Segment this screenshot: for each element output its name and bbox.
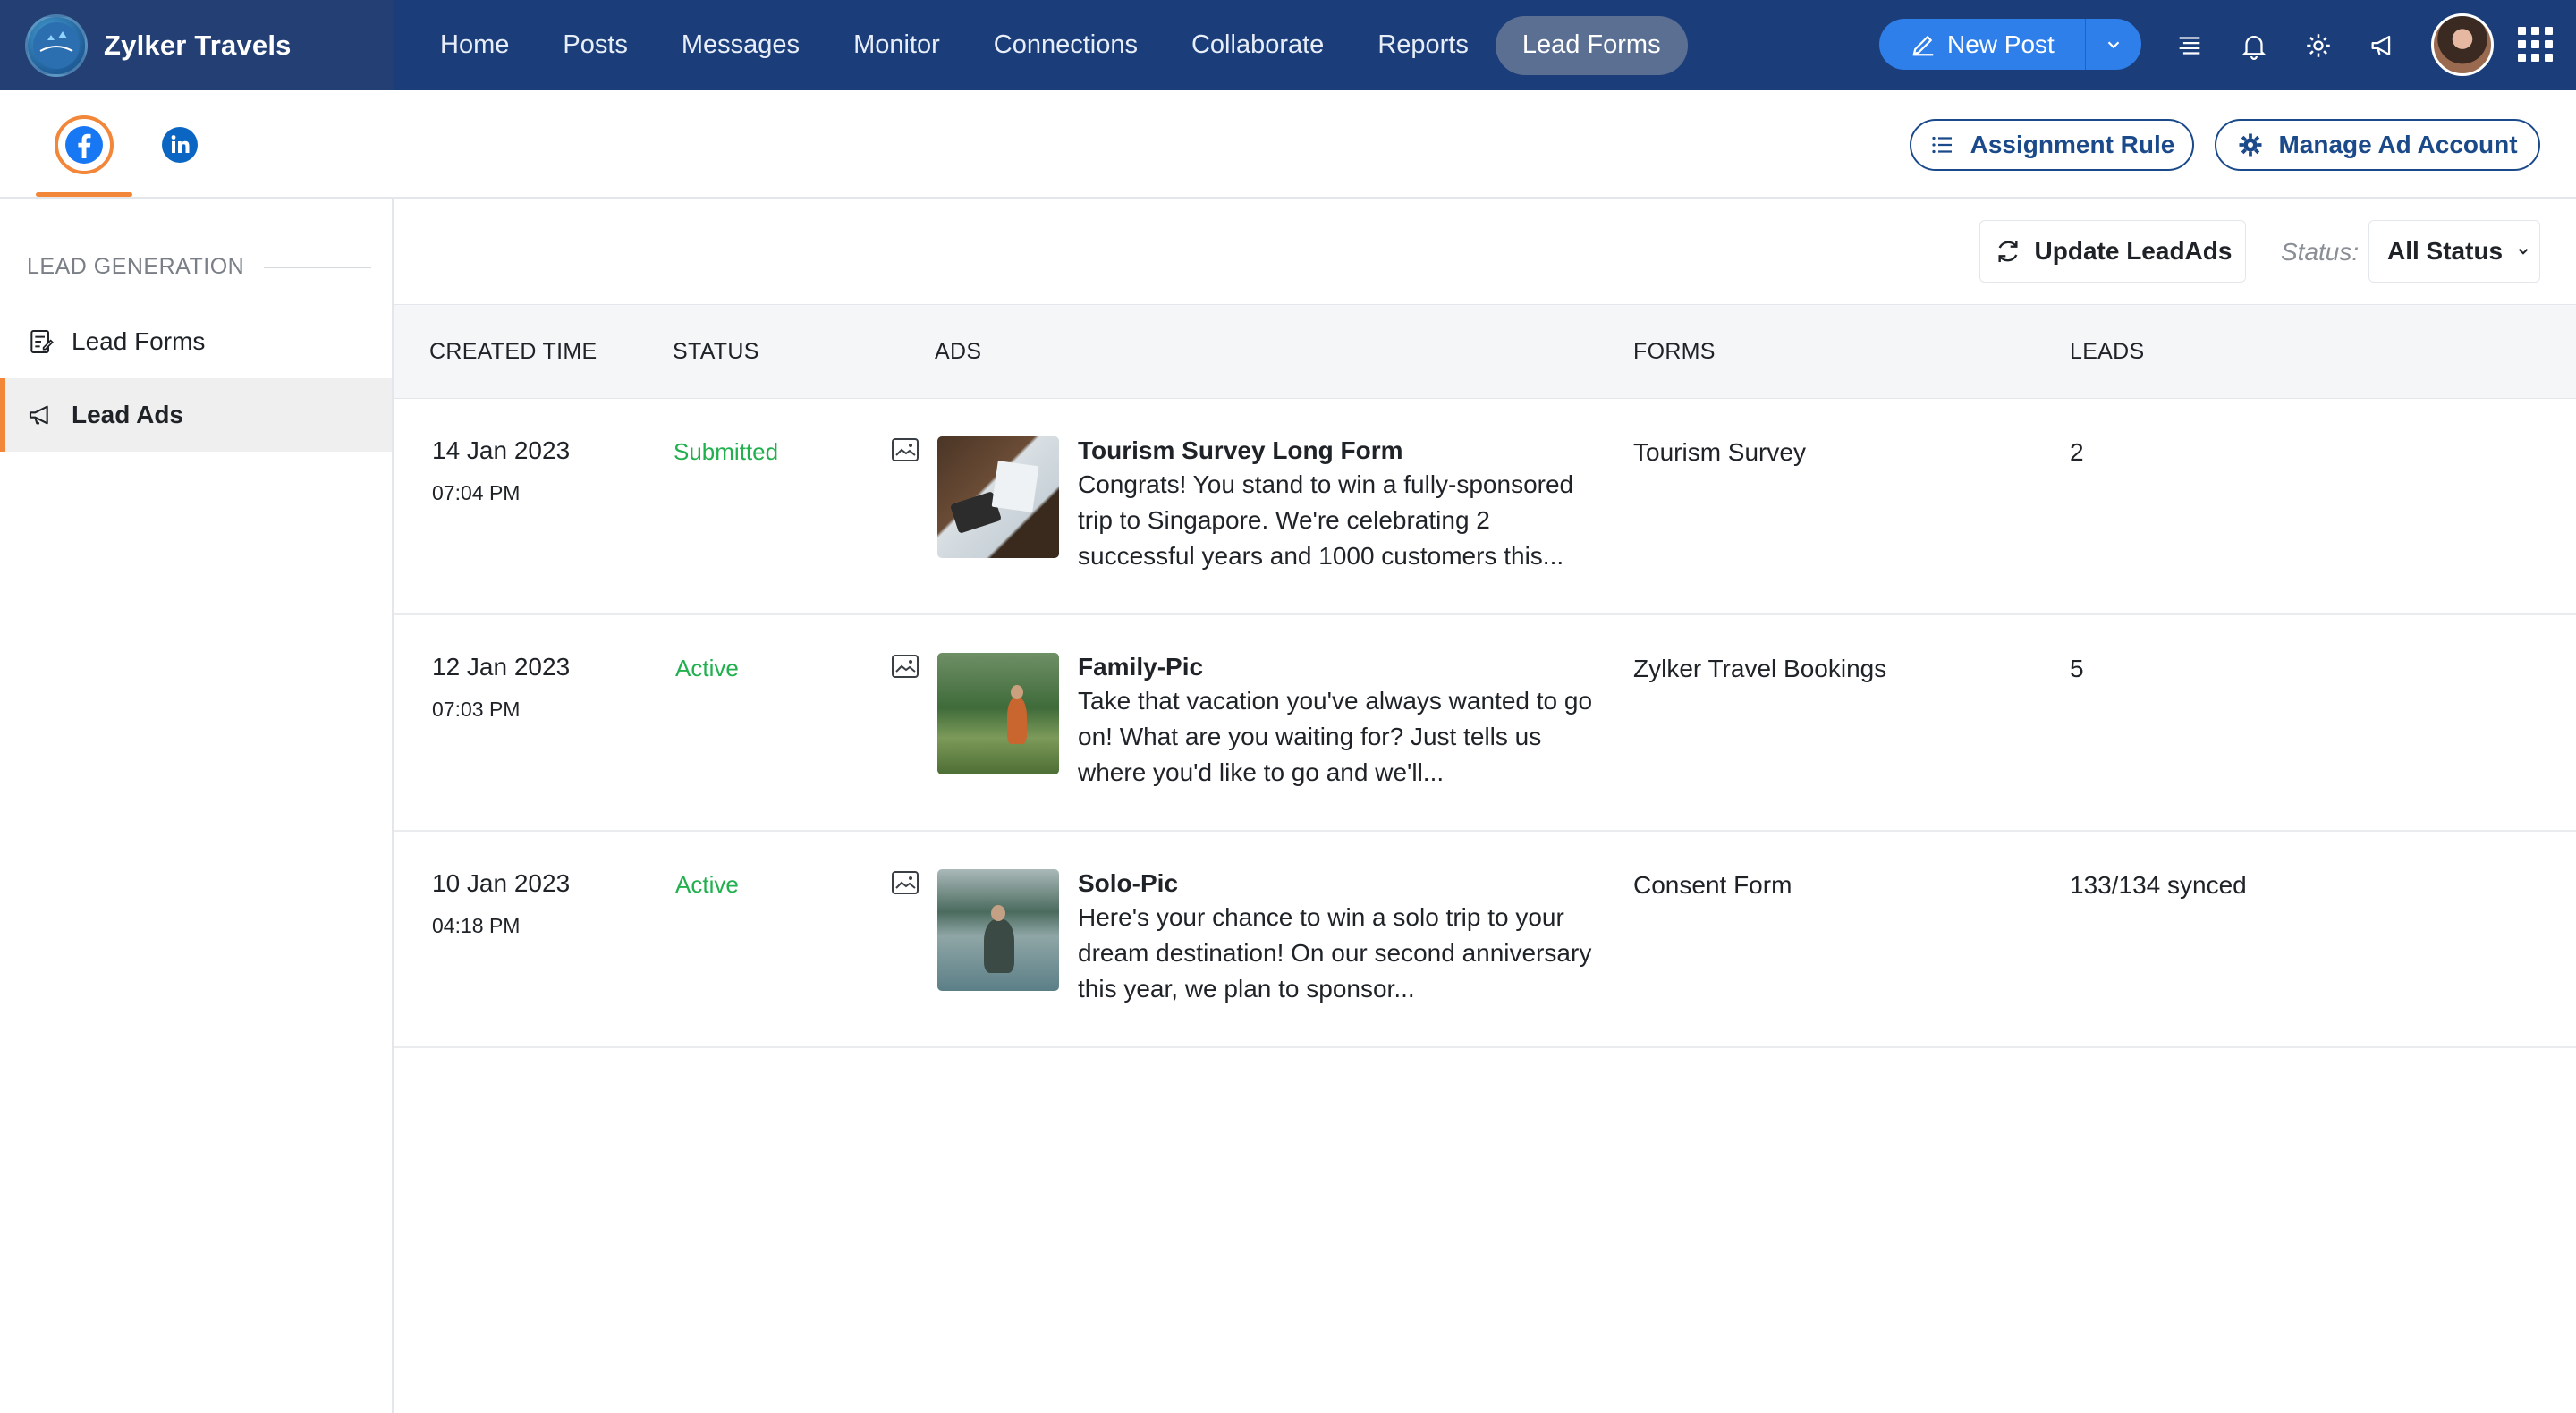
form-name[interactable]: Consent Form [1633,871,1792,900]
manage-ad-account-label: Manage Ad Account [2278,131,2518,158]
image-ad-icon [892,655,919,682]
ad-info: Tourism Survey Long Form Congrats! You s… [1078,436,1597,574]
created-date: 12 Jan 2023 [432,653,571,681]
tab-linkedin[interactable] [150,115,209,174]
table-row[interactable]: 12 Jan 2023 07:03 PM Active Family-Pic T… [394,615,2576,832]
status-text: Active [675,655,739,681]
nav-item-lead-forms[interactable]: Lead Forms [1495,15,1688,75]
sidebar-item-lead-ads[interactable]: Lead Ads [0,378,392,452]
column-header-ads[interactable]: ADS [935,339,981,365]
sidebar-heading-rule [264,266,372,268]
chevron-down-icon [2518,249,2529,255]
new-post-dropdown[interactable] [2086,19,2141,70]
brand[interactable]: Zylker Travels [0,0,394,90]
megaphone-icon[interactable] [2351,0,2415,90]
nav-item-reports[interactable]: Reports [1351,16,1496,75]
status-filter-label: Status: [2281,238,2360,266]
brand-logo-art [33,21,80,69]
column-header-leads[interactable]: LEADS [2070,339,2144,365]
nav-item-home[interactable]: Home [413,16,536,75]
sidebar-heading: LEAD GENERATION [27,254,372,280]
assignment-rule-label: Assignment Rule [1970,131,2175,158]
created-time-cell: 12 Jan 2023 07:03 PM [432,653,570,722]
gear-icon[interactable] [2286,0,2351,90]
user-avatar[interactable] [2431,13,2494,76]
leads-count: 133/134 synced [2070,871,2247,899]
ad-title[interactable]: Family-Pic [1078,653,1597,681]
apps-grid-icon[interactable] [2518,27,2554,67]
column-header-forms[interactable]: FORMS [1633,339,1716,365]
ad-description: Congrats! You stand to win a fully-spons… [1078,470,1574,570]
new-post-label: New Post [1947,30,2055,58]
linkedin-icon [162,127,198,163]
form-name[interactable]: Tourism Survey [1633,438,1806,467]
table-row[interactable]: 14 Jan 2023 07:04 PM Submitted Tourism S… [394,399,2576,615]
sidebar-item-lead-forms[interactable]: Lead Forms [0,305,392,378]
top-icons [2157,0,2415,90]
table-header: CREATED TIME STATUS ADS FORMS LEADS [394,304,2576,399]
created-time-cell: 10 Jan 2023 04:18 PM [432,869,570,938]
bell-icon[interactable] [2222,0,2286,90]
tab-facebook[interactable] [55,115,114,174]
top-navigation-bar: Zylker Travels Home Posts Messages Monit… [0,0,2576,90]
ad-title[interactable]: Tourism Survey Long Form [1078,436,1597,465]
ad-info: Family-Pic Take that vacation you've alw… [1078,653,1597,791]
sidebar: LEAD GENERATION Lead Forms Lead Ads [0,199,394,1413]
sub-header: Assignment Rule Manage Ad Account [0,90,2576,199]
main-content: Update LeadAds Status: All Status CREATE… [394,199,2576,1413]
nav-item-connections[interactable]: Connections [967,16,1165,75]
active-tab-indicator [36,192,132,197]
sidebar-item-label: Lead Ads [72,401,183,428]
sidebar-heading-text: LEAD GENERATION [27,254,245,279]
megaphone-icon [29,405,48,425]
new-post-button[interactable]: New Post [1879,19,2085,70]
image-ad-icon [892,438,919,466]
created-time-cell: 14 Jan 2023 07:04 PM [432,436,570,505]
ad-description: Take that vacation you've always wanted … [1078,687,1593,786]
form-name[interactable]: Zylker Travel Bookings [1633,655,1886,683]
nav-item-monitor[interactable]: Monitor [826,16,967,75]
list-icon [1932,136,1952,154]
created-time: 04:18 PM [432,914,521,937]
ad-description: Here's your chance to win a solo trip to… [1078,903,1592,1003]
status-filter-value: All Status [2387,237,2504,265]
created-date: 14 Jan 2023 [432,436,571,464]
created-time: 07:03 PM [432,698,521,721]
refresh-icon [1997,241,2018,262]
brand-name: Zylker Travels [104,29,292,61]
leads-count: 5 [2070,655,2084,682]
ad-title[interactable]: Solo-Pic [1078,869,1597,898]
nav-item-messages[interactable]: Messages [655,16,826,75]
ad-thumbnail[interactable] [937,653,1059,774]
table-row[interactable]: 10 Jan 2023 04:18 PM Active Solo-Pic Her… [394,832,2576,1048]
status-text: Submitted [674,438,779,465]
image-ad-icon [892,871,919,899]
assignment-rule-button[interactable]: Assignment Rule [1910,119,2194,171]
update-leadads-label: Update LeadAds [2034,237,2233,265]
gear-icon [2239,133,2262,157]
status-filter-select[interactable]: All Status [2368,220,2540,283]
pencil-icon [1912,35,1934,55]
menu-icon[interactable] [2157,0,2222,90]
leads-count: 2 [2070,438,2084,466]
created-date: 10 Jan 2023 [432,869,571,897]
brand-logo [25,13,88,77]
main-nav: Home Posts Messages Monitor Connections … [413,0,1688,90]
ad-thumbnail[interactable] [937,869,1059,991]
update-leadads-button[interactable]: Update LeadAds [1979,220,2246,283]
created-time: 07:04 PM [432,481,521,504]
nav-item-collaborate[interactable]: Collaborate [1165,16,1351,75]
status-text: Active [675,871,739,898]
ad-thumbnail[interactable] [937,436,1059,558]
facebook-icon [65,126,103,164]
column-header-status[interactable]: STATUS [673,339,759,365]
manage-ad-account-button[interactable]: Manage Ad Account [2215,119,2540,171]
ad-info: Solo-Pic Here's your chance to win a sol… [1078,869,1597,1007]
new-post-button-group: New Post [1879,19,2141,70]
chevron-down-icon [2107,40,2120,48]
form-icon [30,330,54,353]
nav-item-posts[interactable]: Posts [536,16,655,75]
column-header-created-time[interactable]: CREATED TIME [429,339,597,365]
sidebar-item-label: Lead Forms [72,327,206,355]
